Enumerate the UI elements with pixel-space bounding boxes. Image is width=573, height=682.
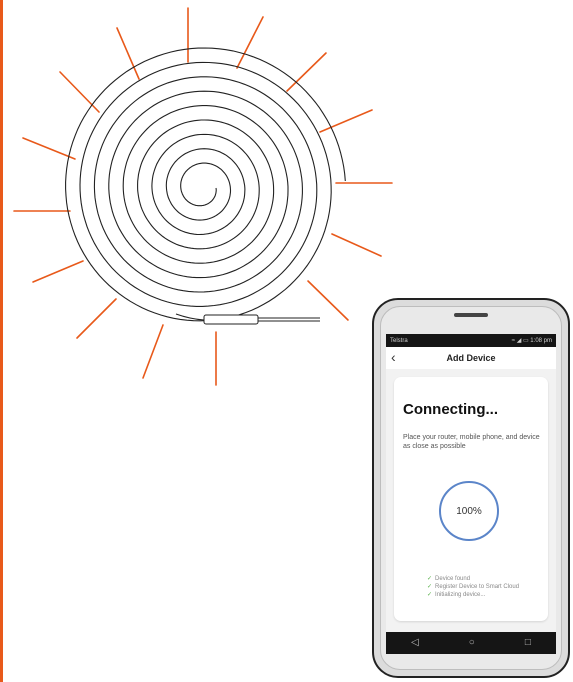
phone-screen: Telstra ≈ ◢ ▭ 1:08 pm ‹ Add Device Conne… bbox=[386, 334, 556, 654]
android-nav-bar: ◁ ○ □ bbox=[386, 632, 556, 654]
phone-speaker bbox=[454, 313, 488, 317]
nav-home-icon[interactable]: ○ bbox=[469, 638, 475, 648]
spiral-heater-illustration bbox=[13, 7, 393, 386]
step-label: Device found bbox=[435, 576, 471, 582]
light-ray-icon bbox=[76, 298, 117, 339]
heater-cable bbox=[175, 313, 320, 325]
light-ray-icon bbox=[286, 52, 327, 92]
light-ray-icon bbox=[236, 16, 264, 69]
connection-steps: ✓ Device found ✓ Register Device to Smart … bbox=[427, 575, 519, 599]
check-icon: ✓ bbox=[427, 576, 433, 582]
screen-title: Add Device bbox=[446, 353, 496, 363]
light-ray-icon bbox=[22, 137, 76, 160]
phone-mockup: Telstra ≈ ◢ ▭ 1:08 pm ‹ Add Device Conne… bbox=[372, 298, 570, 678]
progress-percent: 100% bbox=[456, 505, 482, 517]
status-bar: Telstra ≈ ◢ ▭ 1:08 pm bbox=[386, 334, 556, 347]
nav-recents-icon[interactable]: □ bbox=[525, 638, 531, 648]
light-ray-icon bbox=[116, 27, 140, 80]
light-ray-icon bbox=[331, 233, 382, 257]
status-icons: ≈ ◢ ▭ 1:08 pm bbox=[511, 338, 552, 344]
light-ray-icon bbox=[59, 71, 100, 113]
step-initializing: ✓ Initializing device... bbox=[427, 591, 519, 599]
light-rays bbox=[13, 7, 393, 386]
check-icon: ✓ bbox=[427, 584, 433, 590]
step-device-found: ✓ Device found bbox=[427, 575, 519, 583]
connecting-card: Connecting... Place your router, mobile … bbox=[394, 377, 548, 621]
step-label: Register Device to Smart Cloud bbox=[435, 584, 520, 590]
check-icon: ✓ bbox=[427, 592, 433, 598]
placement-hint: Place your router, mobile phone, and dev… bbox=[403, 434, 540, 450]
light-ray-icon bbox=[307, 280, 349, 321]
light-ray-icon bbox=[32, 260, 84, 283]
light-ray-icon bbox=[142, 324, 164, 379]
app-header: ‹ Add Device bbox=[386, 347, 556, 369]
spiral-coil bbox=[65, 47, 346, 322]
nav-back-icon[interactable]: ◁ bbox=[411, 638, 419, 648]
step-register-device: ✓ Register Device to Smart Cloud bbox=[427, 583, 519, 591]
step-label: Initializing device... bbox=[435, 592, 486, 598]
connecting-heading: Connecting... bbox=[403, 401, 498, 418]
carrier-label: Telstra bbox=[390, 337, 408, 344]
